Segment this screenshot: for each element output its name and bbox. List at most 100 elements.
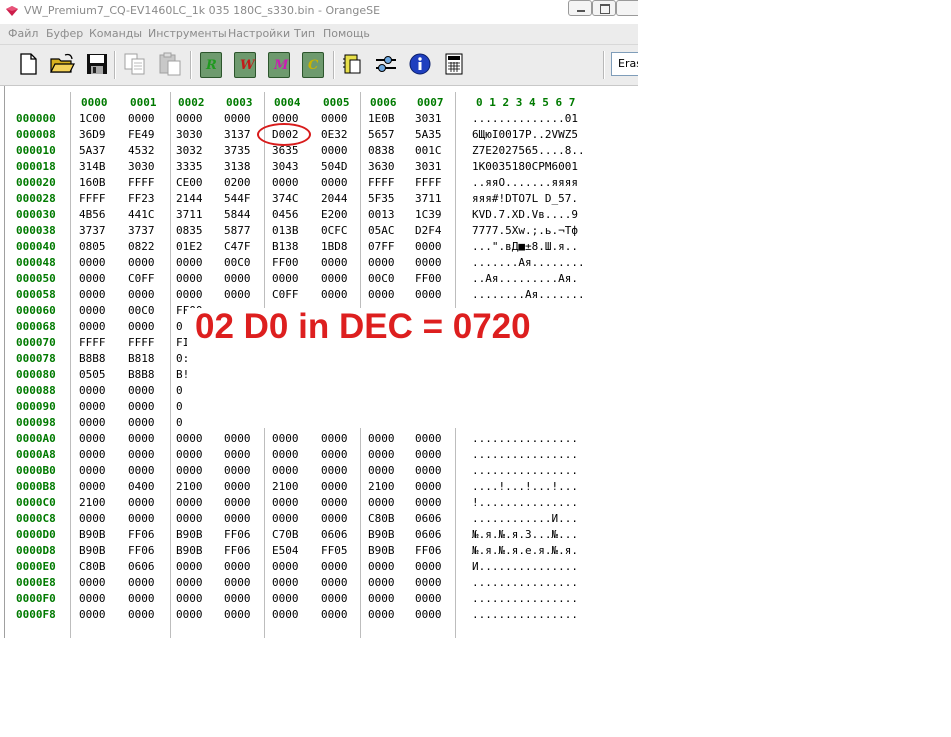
hex-cell[interactable]: 3030 [128, 160, 155, 173]
hex-cell[interactable]: 160B [79, 176, 106, 189]
hex-cell[interactable]: 2044 [321, 192, 348, 205]
hex-cell[interactable]: 0000 [224, 496, 251, 509]
hex-cell[interactable]: 0000 [321, 592, 348, 605]
ascii-cell[interactable]: №.я.№.я.е.я.№.я. [472, 544, 578, 557]
hex-cell[interactable]: 0000 [415, 464, 442, 477]
hex-cell[interactable]: 0000 [79, 448, 106, 461]
hex-cell[interactable]: 3335 [176, 160, 203, 173]
hex-cell[interactable]: 0000 [176, 608, 203, 621]
hex-cell[interactable]: 2100 [272, 480, 299, 493]
hex-cell[interactable]: 0000 [128, 112, 155, 125]
ascii-cell[interactable]: ...".вД■±8.Ш.я.. [472, 240, 578, 253]
hex-cell[interactable]: D2F4 [415, 224, 442, 237]
hex-cell[interactable]: C47F [224, 240, 251, 253]
ascii-cell[interactable]: ............И... [472, 512, 578, 525]
hex-cell[interactable]: 0000 [128, 400, 155, 413]
hex-cell[interactable]: 0000 [128, 416, 155, 429]
hex-cell[interactable]: B8B8 [128, 368, 155, 381]
calculator-button[interactable] [441, 51, 467, 77]
hex-cell[interactable]: 0000 [321, 480, 348, 493]
hex-cell[interactable]: 0000 [321, 496, 348, 509]
hex-cell[interactable]: 0000 [128, 512, 155, 525]
hex-cell[interactable]: 0000 [79, 400, 106, 413]
hex-cell[interactable]: 00C0 [368, 272, 395, 285]
menu-commands[interactable]: Команды [89, 27, 142, 40]
ascii-cell[interactable]: ..яяО.......яяяя [472, 176, 578, 189]
hex-cell[interactable]: 0000 [368, 608, 395, 621]
hex-cell[interactable]: 0000 [321, 448, 348, 461]
hex-cell[interactable]: 5877 [224, 224, 251, 237]
hex-cell[interactable]: 0000 [176, 112, 203, 125]
write-button[interactable]: W [232, 51, 258, 78]
hex-cell[interactable]: 3735 [224, 144, 251, 157]
hex-cell[interactable]: 0000 [272, 496, 299, 509]
hex-cell[interactable]: 544F [224, 192, 251, 205]
hex-cell[interactable]: FF00 [272, 256, 299, 269]
hex-cell[interactable]: FF05 [321, 544, 348, 557]
hex-cell[interactable]: 00C0 [128, 304, 155, 317]
hex-cell[interactable]: C0FF [128, 272, 155, 285]
save-file-button[interactable] [84, 51, 110, 77]
hex-cell[interactable]: 0000 [224, 480, 251, 493]
hex-cell[interactable]: 0400 [128, 480, 155, 493]
hex-cell[interactable]: 0000 [128, 432, 155, 445]
hex-cell[interactable]: 0000 [415, 560, 442, 573]
hex-cell[interactable]: C0FF [272, 288, 299, 301]
hex-cell[interactable]: 0000 [368, 464, 395, 477]
ascii-cell[interactable]: яяя#!DTO7L D_57. [472, 192, 578, 205]
hex-cell[interactable]: 0000 [128, 608, 155, 621]
hex-cell[interactable]: 0000 [79, 288, 106, 301]
ascii-cell[interactable]: ................ [472, 448, 578, 461]
hex-cell[interactable]: 0000 [79, 256, 106, 269]
hex-cell[interactable]: 07FF [368, 240, 395, 253]
hex-cell[interactable]: 0CFC [321, 224, 348, 237]
hex-cell[interactable]: 0000 [176, 496, 203, 509]
hex-cell[interactable]: 0000 [128, 320, 155, 333]
hex-cell[interactable]: 3711 [176, 208, 203, 221]
hex-cell[interactable]: 3043 [272, 160, 299, 173]
hex-cell[interactable]: FF06 [415, 544, 442, 557]
hex-cell[interactable]: B90B [79, 544, 106, 557]
hex-cell[interactable]: 0000 [79, 272, 106, 285]
hex-cell[interactable]: CE00 [176, 176, 203, 189]
hex-cell[interactable]: FFFF [79, 192, 106, 205]
hex-cell[interactable]: FF23 [128, 192, 155, 205]
minimize-button[interactable] [568, 0, 592, 16]
hex-cell[interactable]: 0000 [321, 560, 348, 573]
ascii-cell[interactable]: ..Ая.........Ая. [472, 272, 578, 285]
hex-cell[interactable]: 0000 [272, 464, 299, 477]
hex-cell[interactable]: 5F35 [368, 192, 395, 205]
hex-cell[interactable]: 3031 [415, 112, 442, 125]
hex-cell[interactable]: 441C [128, 208, 155, 221]
hex-cell[interactable]: 0000 [224, 112, 251, 125]
hex-cell[interactable]: 0000 [272, 176, 299, 189]
ascii-cell[interactable]: ................ [472, 592, 578, 605]
hex-cell[interactable]: 1E0B [368, 112, 395, 125]
hex-cell[interactable]: FFFF [128, 336, 155, 349]
menu-type[interactable]: Тип [294, 27, 315, 40]
hex-cell[interactable]: B90B [79, 528, 106, 541]
menu-tools[interactable]: Инструменты [148, 27, 227, 40]
hex-cell[interactable]: 0000 [321, 288, 348, 301]
hex-cell[interactable]: FF06 [128, 528, 155, 541]
compare-button[interactable]: C [300, 51, 326, 78]
hex-cell[interactable]: 0456 [272, 208, 299, 221]
hex-cell[interactable]: 0000 [128, 448, 155, 461]
hex-cell[interactable]: 0000 [176, 576, 203, 589]
ascii-cell[interactable]: Z7E2027565....8.. [472, 144, 585, 157]
menu-file[interactable]: Файл [8, 27, 38, 40]
hex-cell[interactable]: 0606 [415, 528, 442, 541]
hex-cell[interactable]: 1C00 [79, 112, 106, 125]
hex-cell[interactable]: 4B56 [79, 208, 106, 221]
ascii-cell[interactable]: .......Ая........ [472, 256, 585, 269]
tool-settings-button[interactable] [373, 51, 399, 77]
hex-cell[interactable]: 001C [415, 144, 442, 157]
hex-cell[interactable]: 0000 [224, 576, 251, 589]
hex-cell[interactable]: 0000 [415, 448, 442, 461]
ascii-cell[interactable]: ..............01 [472, 112, 578, 125]
hex-cell[interactable]: 05AC [368, 224, 395, 237]
modify-button[interactable]: M [266, 51, 292, 78]
hex-cell[interactable]: 0000 [368, 256, 395, 269]
hex-cell[interactable]: 2100 [79, 496, 106, 509]
hex-cell[interactable]: 0000 [176, 448, 203, 461]
